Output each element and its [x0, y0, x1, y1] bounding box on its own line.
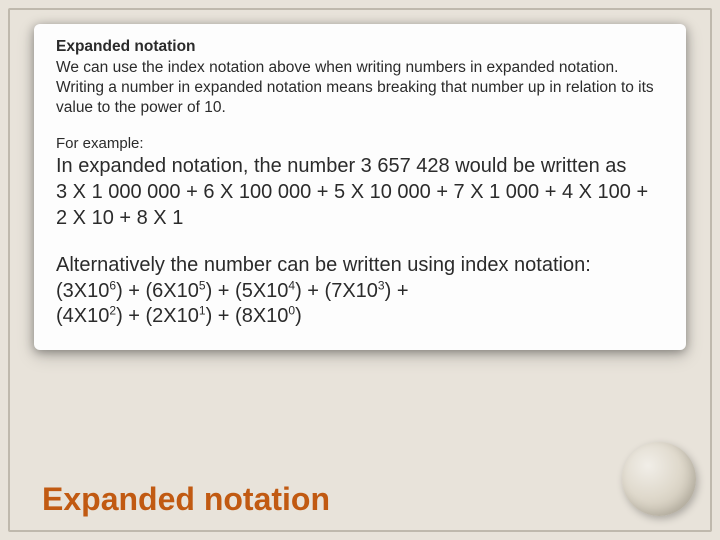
expanded-example: In expanded notation, the number 3 657 4…: [56, 154, 664, 231]
expanded-line-2: 3 X 1 000 000 + 6 X 100 000 + 5 X 10 000…: [56, 180, 664, 231]
term-6-sup: 1: [199, 304, 206, 318]
intro-line-1: We can use the index notation above when…: [56, 59, 618, 76]
intro-line-2: Writing a number in expanded notation me…: [56, 79, 654, 116]
term-7-base: (8X10: [235, 305, 288, 327]
term-4-sup: 3: [378, 278, 385, 292]
content-card: Expanded notation We can use the index n…: [34, 24, 686, 350]
term-2-base: (6X10: [146, 280, 199, 302]
alt-intro: Alternatively the number can be written …: [56, 253, 664, 279]
term-5-base: (4X10: [56, 305, 109, 327]
index-notation-block: Alternatively the number can be written …: [56, 253, 664, 330]
term-6-base: (2X10: [146, 305, 199, 327]
term-7-tail: ): [295, 305, 302, 327]
term-1-base: (3X10: [56, 280, 109, 302]
for-example-label: For example:: [56, 135, 664, 152]
intro-text: We can use the index notation above when…: [56, 58, 664, 117]
term-3-tail: ) +: [295, 280, 324, 302]
term-1-tail: ) +: [116, 280, 145, 302]
index-line-2: (4X102) + (2X101) + (8X100): [56, 304, 664, 330]
card-heading: Expanded notation: [56, 38, 664, 56]
term-2-tail: ) +: [206, 280, 235, 302]
term-2-sup: 5: [199, 278, 206, 292]
term-4-base: (7X10: [325, 280, 378, 302]
decorative-sphere: [622, 442, 696, 516]
term-3-base: (5X10: [235, 280, 288, 302]
slide-title: Expanded notation: [42, 481, 330, 518]
term-4-tail: ) +: [385, 280, 409, 302]
term-5-tail: ) +: [116, 305, 145, 327]
expanded-line-1: In expanded notation, the number 3 657 4…: [56, 154, 664, 180]
term-6-tail: ) +: [206, 305, 235, 327]
index-line-1: (3X106) + (6X105) + (5X104) + (7X103) +: [56, 279, 664, 305]
